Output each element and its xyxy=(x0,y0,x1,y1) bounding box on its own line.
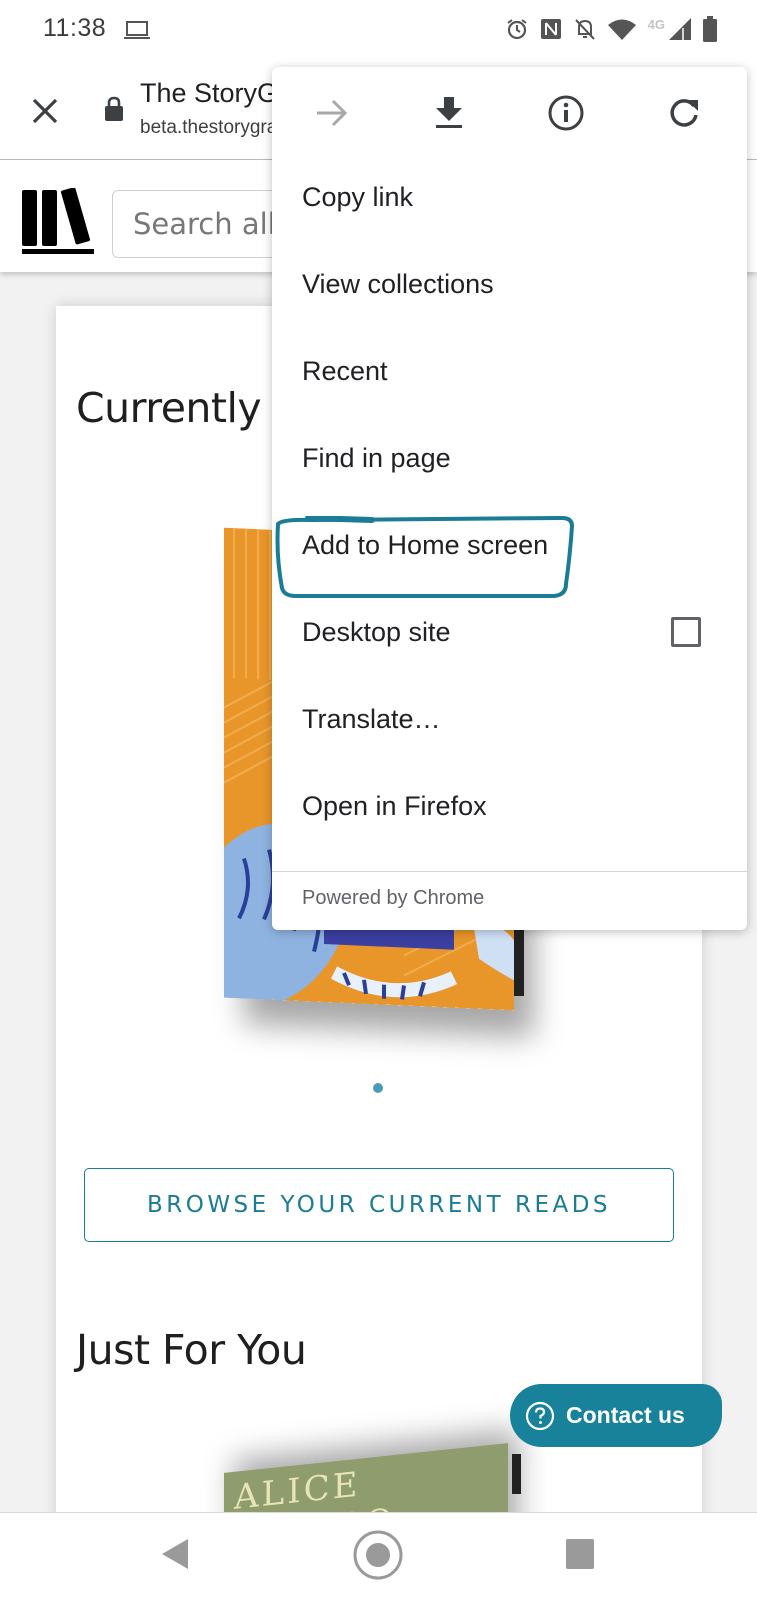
menu-item-label: View collections xyxy=(302,268,494,299)
help-circle-icon xyxy=(525,1401,555,1430)
laptop-icon xyxy=(124,21,150,39)
menu-item-add-to-home-screen[interactable]: Add to Home screen xyxy=(272,501,747,589)
menu-item-label: Desktop site xyxy=(302,616,451,647)
book-spine xyxy=(512,1454,521,1494)
menu-item-label: Add to Home screen xyxy=(302,529,549,560)
menu-item-label: Find in page xyxy=(302,442,451,473)
contact-us-label: Contact us xyxy=(566,1402,685,1428)
status-time: 11:38 xyxy=(43,14,107,42)
bell-off-icon xyxy=(574,19,595,40)
reload-button[interactable] xyxy=(662,91,706,135)
bookshelf-logo-icon[interactable] xyxy=(22,188,96,254)
forward-button[interactable] xyxy=(310,91,354,135)
menu-divider xyxy=(272,871,747,872)
back-icon[interactable] xyxy=(160,1537,190,1571)
lock-icon xyxy=(105,96,123,121)
home-icon[interactable] xyxy=(352,1529,404,1581)
reload-icon xyxy=(670,99,698,127)
menu-item-copy-link[interactable]: Copy link xyxy=(272,153,747,241)
browse-current-reads-button[interactable]: BROWSE YOUR CURRENT READS xyxy=(84,1168,674,1242)
status-icons: 4G xyxy=(506,14,717,44)
alarm-icon xyxy=(507,19,527,40)
menu-icon-row xyxy=(272,67,747,159)
download-icon xyxy=(436,97,462,128)
desktop-site-checkbox[interactable] xyxy=(671,617,701,647)
page-info-button[interactable] xyxy=(544,91,588,135)
system-nav-bar xyxy=(0,1512,757,1600)
just-for-you-title: Just For You xyxy=(76,1326,307,1374)
menu-item-find-in-page[interactable]: Find in page xyxy=(272,414,747,502)
battery-icon xyxy=(703,16,717,42)
recents-icon[interactable] xyxy=(566,1539,594,1569)
menu-item-translate[interactable]: Translate… xyxy=(272,675,747,763)
nfc-icon xyxy=(540,19,561,39)
carousel-dot[interactable] xyxy=(373,1083,383,1093)
contact-us-button[interactable]: Contact us xyxy=(510,1384,722,1447)
menu-item-label: Translate… xyxy=(302,703,441,734)
menu-item-desktop-site[interactable]: Desktop site xyxy=(272,588,747,676)
close-icon[interactable] xyxy=(28,94,62,128)
menu-item-label: Copy link xyxy=(302,181,414,212)
wifi-icon xyxy=(607,19,636,40)
overflow-menu: Copy link View collections Recent Find i… xyxy=(272,67,747,930)
signal-icon xyxy=(669,18,691,40)
network-type-label: 4G xyxy=(647,16,665,32)
menu-item-label: Open in Firefox xyxy=(302,790,487,821)
menu-item-view-collections[interactable]: View collections xyxy=(272,240,747,328)
download-button[interactable] xyxy=(427,91,471,135)
status-bar: 11:38 4G xyxy=(0,0,757,58)
menu-item-open-in-firefox[interactable]: Open in Firefox xyxy=(272,762,747,850)
info-icon xyxy=(548,95,584,131)
menu-item-label: Recent xyxy=(302,355,388,386)
forward-icon xyxy=(317,99,348,127)
menu-item-recent[interactable]: Recent xyxy=(272,327,747,415)
menu-footer: Powered by Chrome xyxy=(302,887,485,909)
